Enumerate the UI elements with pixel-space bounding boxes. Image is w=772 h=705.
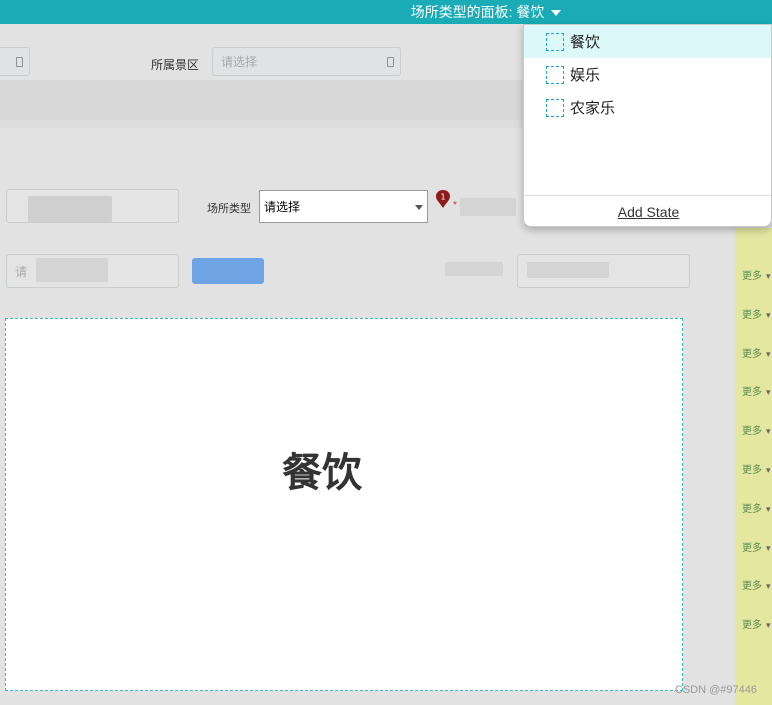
state-option-dining[interactable]: 餐饮 <box>524 25 771 58</box>
place-type-select[interactable]: 请选择 <box>259 190 428 223</box>
scenic-area-select[interactable]: 请选择 <box>212 47 401 76</box>
more-link[interactable]: 更多 <box>742 500 772 515</box>
more-link[interactable]: 更多 <box>742 345 772 360</box>
more-link[interactable]: 更多 <box>742 267 772 282</box>
state-box-icon <box>546 65 564 84</box>
state-option-farmhouse[interactable]: 农家乐 <box>524 91 771 124</box>
dropdown-divider <box>524 195 771 196</box>
error-marker-icon: 1 <box>436 190 450 208</box>
state-option-label: 娱乐 <box>570 66 601 84</box>
redacted-text <box>36 258 108 282</box>
redacted-button[interactable] <box>192 258 264 284</box>
more-link[interactable]: 更多 <box>742 422 772 437</box>
state-box-icon <box>546 98 564 117</box>
error-marker-number: 1 <box>440 193 445 202</box>
redacted-text <box>28 196 112 222</box>
state-dropdown: 餐饮 娱乐 农家乐 Add State <box>523 24 772 227</box>
state-option-label: 农家乐 <box>570 99 616 117</box>
redacted-text <box>460 198 516 216</box>
more-link[interactable]: 更多 <box>742 383 772 398</box>
watermark: CSDN @#97446 <box>674 684 757 696</box>
more-link[interactable]: 更多 <box>742 306 772 321</box>
redacted-text <box>445 262 503 276</box>
add-state-button[interactable]: Add State <box>524 199 771 225</box>
contact-placeholder: 请 <box>15 264 28 279</box>
state-option-label: 餐饮 <box>570 33 601 51</box>
panel-title-text: 场所类型的面板: 餐饮 <box>410 4 545 20</box>
dropdown-arrow-icon <box>415 205 423 210</box>
left-input-partial[interactable] <box>0 47 30 76</box>
more-link[interactable]: 更多 <box>742 461 772 476</box>
place-type-label: 场所类型 <box>207 203 251 215</box>
square-icon <box>387 56 394 67</box>
more-link[interactable]: 更多 <box>742 616 772 631</box>
caret-down-icon <box>551 10 562 16</box>
dynamic-panel-state[interactable]: 餐饮 <box>5 318 683 691</box>
state-option-entertainment[interactable]: 娱乐 <box>524 58 771 91</box>
state-label: 餐饮 <box>282 449 362 496</box>
place-type-value: 请选择 <box>264 200 301 214</box>
scenic-area-placeholder: 请选择 <box>221 55 258 69</box>
state-box-icon <box>546 32 564 51</box>
square-icon <box>16 56 23 67</box>
more-link[interactable]: 更多 <box>742 539 772 554</box>
scenic-area-label: 所属景区 <box>151 58 200 72</box>
required-asterisk: * <box>453 200 457 211</box>
more-link[interactable]: 更多 <box>742 577 772 592</box>
panel-state-selector[interactable]: 场所类型的面板: 餐饮 <box>0 0 772 24</box>
redacted-text <box>527 262 609 278</box>
